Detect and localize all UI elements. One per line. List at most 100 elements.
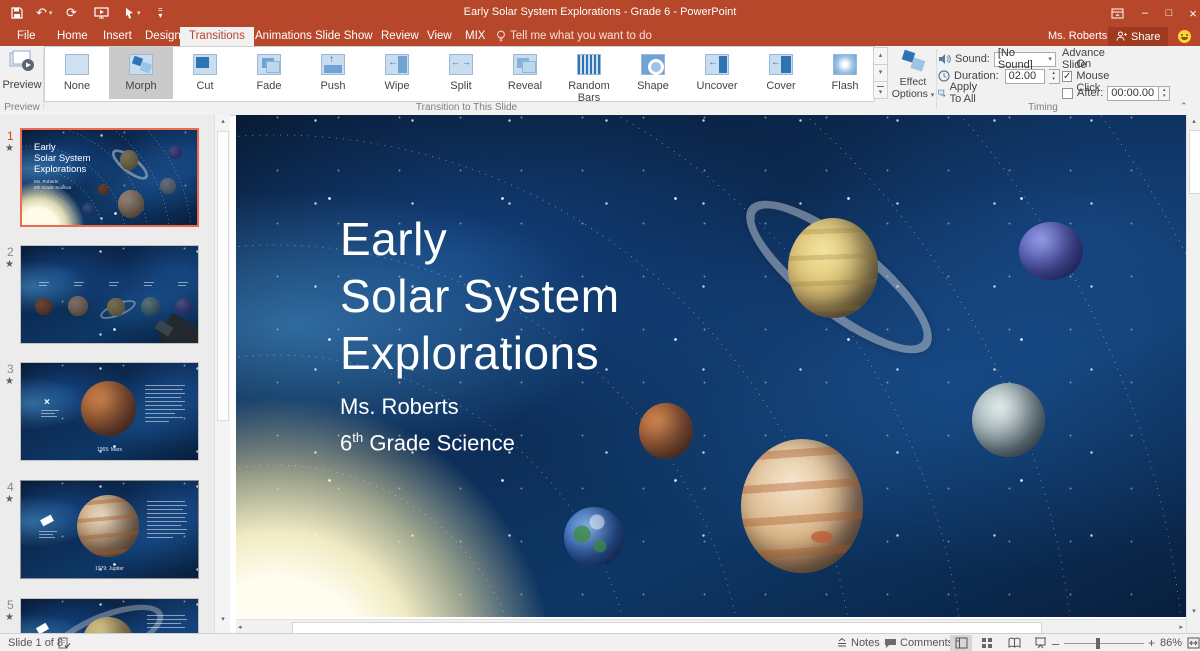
tab-transitions[interactable]: Transitions [180,27,254,46]
notes-button[interactable]: Notes [836,634,880,651]
fit-slide-to-window-button[interactable] [1182,635,1200,651]
scroll-down-arrow[interactable]: ▾ [1187,607,1200,615]
effect-options-button[interactable]: Effect Options ▾ [891,47,935,99]
transition-star-icon: ★ [5,376,14,387]
preview-group-label: Preview [0,102,44,113]
slide-show-icon [1034,637,1047,649]
ribbon-display-options-button[interactable] [1106,4,1128,22]
scroll-up-arrow[interactable]: ▴ [1187,117,1200,125]
sound-dropdown[interactable]: [No Sound]▾ [994,52,1056,67]
transition-wipe[interactable]: ← Wipe [365,47,429,99]
reading-view-button[interactable] [1003,635,1025,651]
transition-fade[interactable]: Fade [237,47,301,99]
duration-input[interactable]: 02.00 [1005,69,1045,84]
slide-indicator[interactable]: Slide 1 of 8 [8,634,63,651]
transition-reveal[interactable]: Reveal [493,47,557,99]
restore-button[interactable]: □ [1158,4,1180,22]
mars [35,298,52,315]
on-mouse-click-checkbox[interactable]: ✓ [1062,71,1072,82]
normal-view-button[interactable] [950,635,972,651]
minimize-button[interactable]: – [1134,4,1156,22]
zoom-slider-track[interactable] [1064,643,1144,644]
slide-show-view-button[interactable] [1029,635,1051,651]
transition-random-bars[interactable]: Random Bars [557,47,621,99]
title-bar: ↶▾ ⟳ ▾ =▾ Early Solar System Exploration… [0,0,1200,27]
after-option[interactable]: After: 00:00.00▴▾ [1062,85,1170,101]
tab-file[interactable]: File [8,27,45,46]
slide-4-thumbnail[interactable]: 1979: Jupiter [20,480,199,579]
preview-button[interactable]: Preview [2,47,42,99]
duration-spinner[interactable]: ▴▾ [1049,69,1060,84]
share-button[interactable]: Share [1108,27,1168,46]
scroll-up-arrow[interactable]: ▴ [215,115,230,129]
thumbnail-panel-scrollbar[interactable]: ▴ ▾ [214,115,230,633]
reveal-icon [513,54,537,75]
scroll-right-arrow[interactable]: ▸ [1179,623,1183,631]
morph-icon [129,54,153,75]
saturn [107,298,125,316]
transition-push[interactable]: ↑ Push [301,47,365,99]
transition-flash[interactable]: Flash [813,47,877,99]
on-mouse-click-option[interactable]: ✓ On Mouse Click [1062,68,1110,84]
scrollbar-thumb[interactable] [1189,130,1200,194]
slide-vertical-scrollbar[interactable]: ▴ ▾ [1186,115,1200,633]
tab-insert[interactable]: Insert [94,27,141,46]
tab-home[interactable]: Home [48,27,97,46]
wipe-icon: ← [385,54,409,75]
slide-1-thumbnail[interactable]: EarlySolar SystemExplorations Ms. Robert… [20,128,199,227]
close-button[interactable]: × [1182,4,1200,22]
slide-3-thumbnail[interactable]: × 1965: Mars [20,362,199,461]
scrollbar-thumb[interactable] [217,131,229,421]
tell-me-box[interactable]: Tell me what you want to do [496,27,652,46]
comments-button[interactable]: Comments [884,634,953,651]
slide-sorter-icon [981,637,993,649]
slide-subtitle[interactable]: Ms. Roberts 6th Grade Science [340,391,515,458]
jupiter [118,190,144,218]
scroll-down-arrow[interactable]: ▾ [215,613,230,627]
transition-uncover[interactable]: ← Uncover [685,47,749,99]
slide-5-thumbnail[interactable] [20,598,199,633]
tab-mix[interactable]: MIX [456,27,494,46]
transition-split[interactable]: ← → Split [429,47,493,99]
transition-label: Wipe [365,80,429,92]
tab-view[interactable]: View [418,27,461,46]
zoom-slider-handle[interactable] [1096,638,1100,649]
after-checkbox[interactable] [1062,88,1073,99]
slide-2-thumbnail[interactable] [20,245,199,344]
after-input[interactable]: 00:00.00 [1107,86,1159,101]
after-spinner[interactable]: ▴▾ [1159,86,1170,101]
person-icon [1116,31,1127,42]
slide-horizontal-scrollbar[interactable]: ◂ ▸ [236,619,1186,634]
transition-shape[interactable]: Shape [621,47,685,99]
transition-cover[interactable]: ← Cover [749,47,813,99]
zoom-in-button[interactable]: + [1148,634,1155,651]
tab-slide-show[interactable]: Slide Show [306,27,382,46]
cut-icon [193,54,217,75]
gallery-scroll-down[interactable]: ▾ [873,64,888,82]
transition-label: None [45,80,109,92]
transition-morph[interactable]: Morph [109,47,173,99]
feedback-smiley-icon[interactable] [1178,30,1191,43]
spell-check-button[interactable] [58,634,71,651]
gallery-more-button[interactable]: ▾ [873,81,888,99]
collapse-ribbon-button[interactable]: ⌃ [1180,101,1188,112]
zoom-level[interactable]: 86% [1160,634,1182,651]
apply-to-all-icon [938,87,946,99]
transition-none[interactable]: None [45,47,109,99]
slide-2-number: 2 [7,245,14,259]
push-icon: ↑ [321,54,345,75]
slide-canvas[interactable]: Early Solar System Explorations Ms. Robe… [236,115,1186,617]
apply-to-all-button[interactable]: Apply To All [938,85,983,101]
slide-4-number: 4 [7,480,14,494]
transition-cut[interactable]: Cut [173,47,237,99]
notes-label: Notes [851,637,880,649]
scroll-left-arrow[interactable]: ◂ [238,623,242,631]
gallery-scroll-up[interactable]: ▴ [873,47,888,65]
account-name[interactable]: Ms. Roberts [1048,27,1107,46]
slide-sorter-view-button[interactable] [976,635,998,651]
zoom-out-button[interactable]: – [1052,634,1059,651]
transition-star-icon: ★ [5,259,14,270]
jupiter [68,296,88,316]
slide-title[interactable]: Early Solar System Explorations [340,211,620,382]
spell-check-icon [58,637,71,649]
